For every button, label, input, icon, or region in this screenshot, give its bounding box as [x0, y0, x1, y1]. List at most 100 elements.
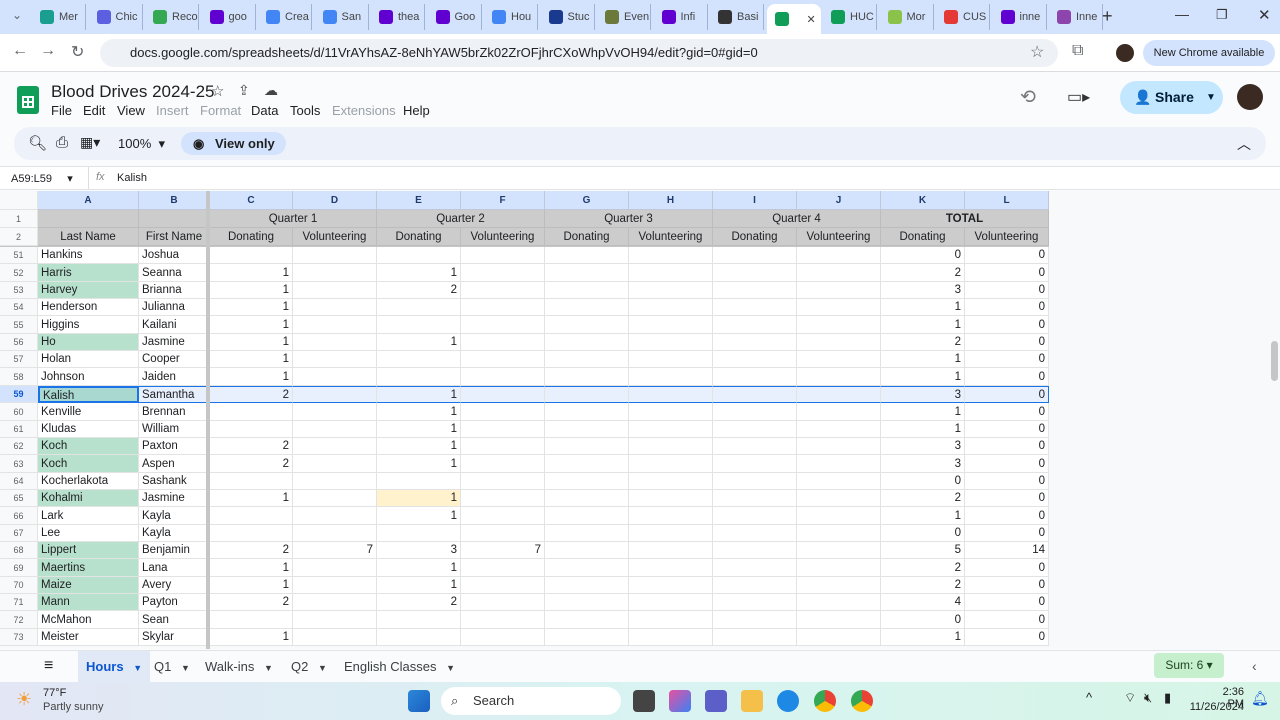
value-cell[interactable]: 0 [965, 611, 1049, 629]
value-cell[interactable]: 0 [965, 368, 1049, 386]
column-header-b[interactable]: B [139, 191, 210, 210]
value-cell[interactable] [545, 421, 629, 438]
value-cell[interactable] [797, 386, 881, 403]
row-header[interactable]: 71 [0, 594, 38, 611]
value-cell[interactable]: 1 [881, 368, 965, 386]
menu-view[interactable]: View [117, 103, 145, 118]
value-cell[interactable] [713, 368, 797, 386]
row-header[interactable]: 54 [0, 299, 38, 316]
value-cell[interactable] [293, 421, 377, 438]
value-cell[interactable] [797, 490, 881, 507]
value-cell[interactable] [713, 490, 797, 507]
value-cell[interactable] [377, 299, 461, 316]
value-cell[interactable] [713, 438, 797, 455]
value-cell[interactable] [797, 577, 881, 594]
forward-icon[interactable]: → [40, 42, 56, 60]
value-cell[interactable] [545, 559, 629, 577]
last-name-cell[interactable]: Koch [38, 438, 139, 455]
last-name-cell[interactable]: Maertins [38, 559, 139, 577]
value-cell[interactable] [461, 282, 545, 299]
battery-icon[interactable]: ▮ [1164, 690, 1171, 706]
value-cell[interactable] [797, 368, 881, 386]
share-dropdown-icon[interactable]: ▼ [1206, 81, 1216, 114]
sheet-tab[interactable]: English Classes ▼ [336, 651, 463, 682]
file-explorer-icon[interactable] [741, 690, 763, 712]
last-name-cell[interactable]: Hankins [38, 247, 139, 264]
value-cell[interactable]: 0 [881, 473, 965, 490]
row-header[interactable]: 52 [0, 264, 38, 282]
value-cell[interactable]: 0 [965, 455, 1049, 473]
value-cell[interactable] [377, 247, 461, 264]
value-cell[interactable] [545, 351, 629, 368]
value-cell[interactable] [545, 542, 629, 559]
value-cell[interactable]: 1 [210, 334, 293, 351]
sheet-tab[interactable]: Q1 ▼ [146, 651, 198, 682]
value-cell[interactable]: 1 [881, 299, 965, 316]
account-avatar[interactable] [1237, 84, 1263, 110]
value-cell[interactable] [797, 403, 881, 421]
last-name-cell[interactable]: Maize [38, 577, 139, 594]
close-tab-icon[interactable]: ✕ [807, 13, 816, 26]
value-cell[interactable]: 0 [965, 351, 1049, 368]
notification-bell-icon[interactable]: 🔔︎ [1251, 690, 1269, 707]
row-header[interactable]: 56 [0, 334, 38, 351]
last-name-cell[interactable]: Kludas [38, 421, 139, 438]
row-header[interactable]: 67 [0, 525, 38, 542]
column-header-l[interactable]: L [965, 191, 1049, 210]
tab-search-icon[interactable]: ⌄ [12, 8, 22, 22]
value-cell[interactable] [461, 264, 545, 282]
value-cell[interactable] [545, 629, 629, 646]
value-cell[interactable] [461, 490, 545, 507]
value-cell[interactable]: 7 [293, 542, 377, 559]
first-name-cell[interactable]: Kailani [139, 316, 210, 334]
browser-tab[interactable]: inne [993, 4, 1047, 30]
value-cell[interactable] [629, 264, 713, 282]
value-cell[interactable] [629, 351, 713, 368]
value-cell[interactable]: 5 [881, 542, 965, 559]
sum-indicator[interactable]: Sum: 6 ▾ [1154, 653, 1224, 678]
row-header[interactable]: 69 [0, 559, 38, 577]
value-cell[interactable] [797, 247, 881, 264]
value-cell[interactable] [629, 629, 713, 646]
browser-tab[interactable]: thea [371, 4, 425, 30]
value-cell[interactable] [797, 611, 881, 629]
weather-desc[interactable]: Partly sunny [43, 701, 104, 713]
row-header[interactable]: 73 [0, 629, 38, 646]
value-cell[interactable]: 0 [965, 490, 1049, 507]
value-cell[interactable] [713, 403, 797, 421]
value-cell[interactable]: 0 [965, 577, 1049, 594]
sheet-tab-dropdown-icon[interactable]: ▼ [264, 663, 273, 673]
sheet-tab-dropdown-icon[interactable]: ▼ [318, 663, 327, 673]
value-cell[interactable] [545, 299, 629, 316]
first-name-cell[interactable]: Sean [139, 611, 210, 629]
value-cell[interactable] [545, 490, 629, 507]
spreadsheet-grid[interactable]: A B C D E F G H I J K L 1 2 Quarter 1 Quarter 2 Quarter … [0, 191, 1268, 649]
value-cell[interactable] [545, 368, 629, 386]
value-cell[interactable]: 0 [881, 611, 965, 629]
value-cell[interactable]: 3 [881, 386, 965, 403]
freeze-column-bar[interactable] [206, 191, 210, 649]
value-cell[interactable]: 0 [965, 438, 1049, 455]
first-name-cell[interactable]: Avery [139, 577, 210, 594]
last-name-cell[interactable]: Harris [38, 264, 139, 282]
last-name-cell[interactable]: Koch [38, 455, 139, 473]
row-header[interactable]: 72 [0, 611, 38, 629]
last-name-cell[interactable]: Ho [38, 334, 139, 351]
value-cell[interactable]: 1 [377, 490, 461, 507]
sheet-tab-dropdown-icon[interactable]: ▼ [181, 663, 190, 673]
value-cell[interactable] [461, 473, 545, 490]
last-name-cell[interactable]: Meister [38, 629, 139, 646]
value-cell[interactable] [629, 282, 713, 299]
column-header-a[interactable]: A [38, 191, 139, 210]
row-header[interactable]: 59 [0, 386, 38, 403]
value-cell[interactable] [545, 525, 629, 542]
value-cell[interactable]: 0 [965, 421, 1049, 438]
value-cell[interactable] [713, 473, 797, 490]
first-name-cell[interactable]: Payton [139, 594, 210, 611]
url-input[interactable]: docs.google.com/spreadsheets/d/11VrAYhsA… [100, 39, 1058, 67]
value-cell[interactable] [713, 264, 797, 282]
row-header[interactable]: 68 [0, 542, 38, 559]
value-cell[interactable]: 0 [965, 264, 1049, 282]
value-cell[interactable] [293, 473, 377, 490]
first-name-cell[interactable]: Paxton [139, 438, 210, 455]
